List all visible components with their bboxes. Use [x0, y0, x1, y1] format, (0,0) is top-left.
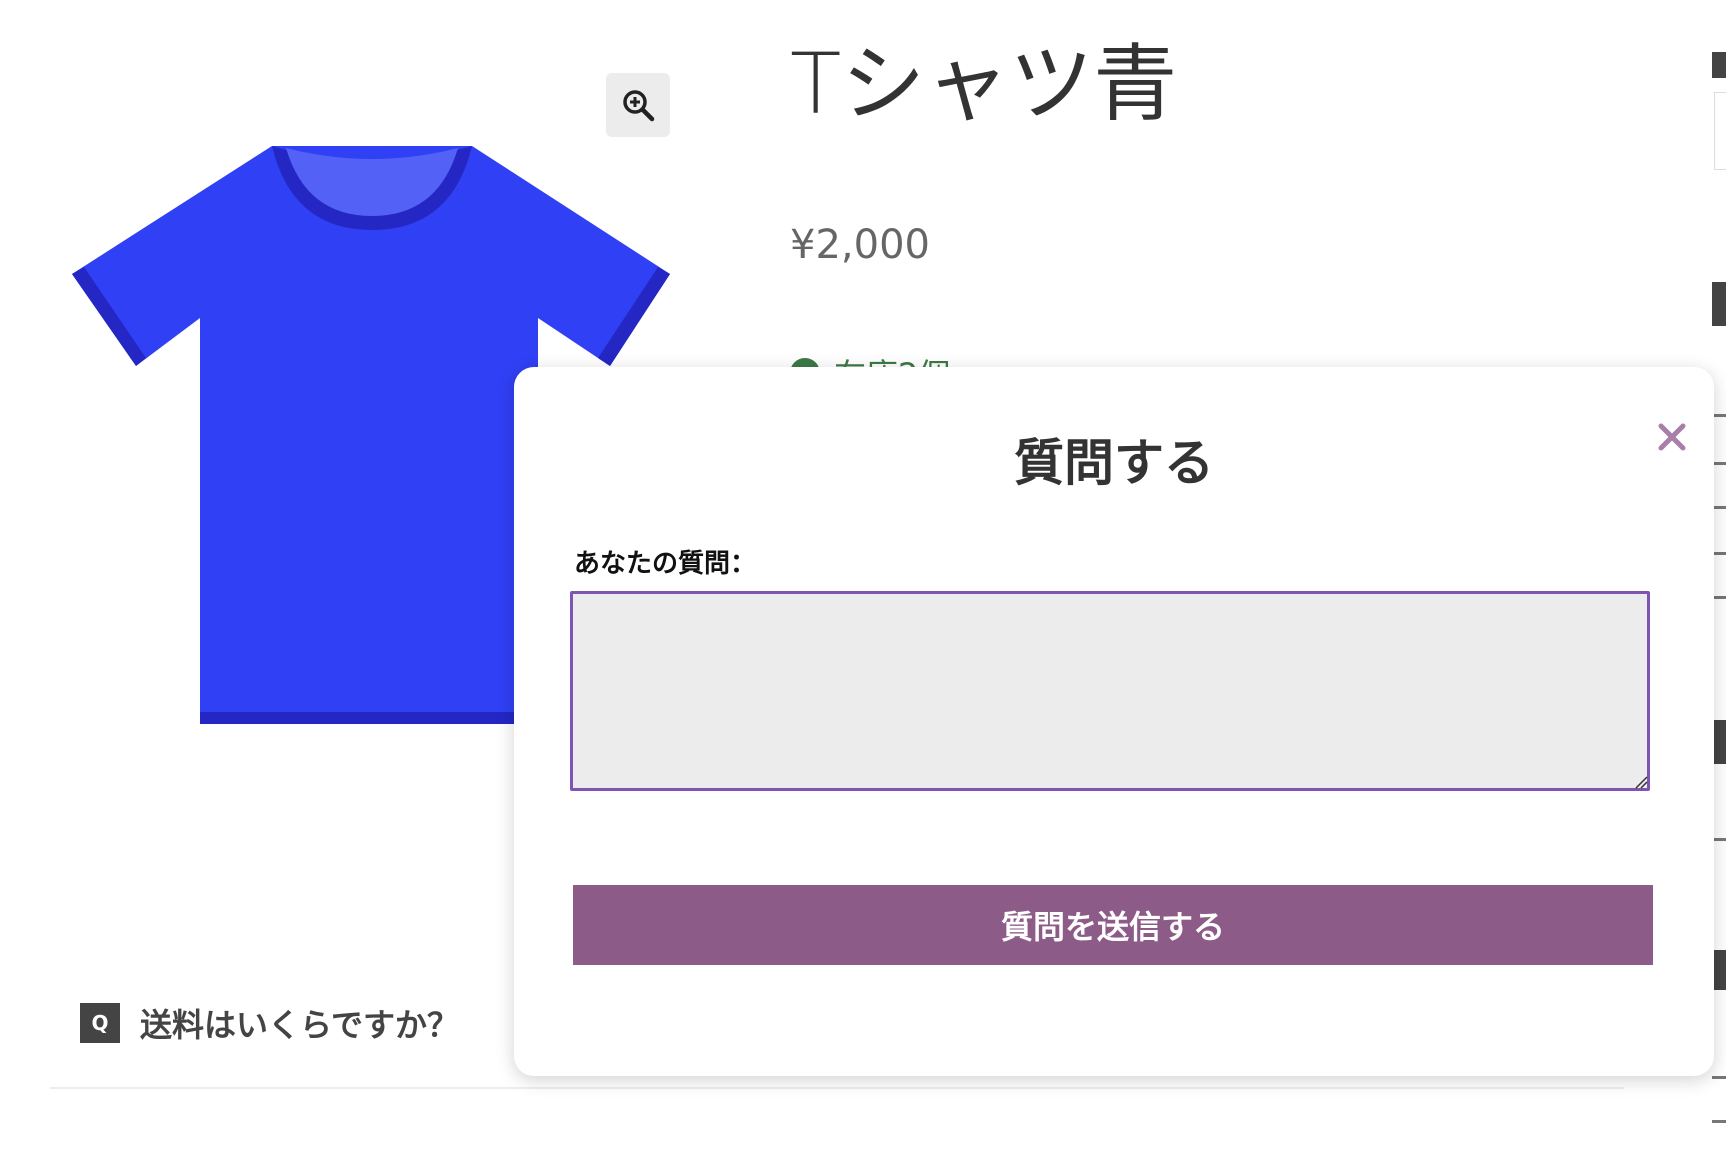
sidebar-heading: [1712, 720, 1726, 764]
product-title: Tシャツ青: [790, 35, 1178, 133]
sidebar-link[interactable]: [1712, 838, 1726, 841]
sidebar-link[interactable]: [1712, 552, 1726, 555]
submit-question-button[interactable]: 質問を送信する: [573, 885, 1653, 965]
sidebar-link[interactable]: [1712, 1120, 1726, 1123]
sidebar-search-field[interactable]: [1714, 92, 1726, 170]
modal-title: 質問する: [1014, 434, 1214, 492]
sidebar-link[interactable]: [1712, 414, 1726, 417]
qa-item[interactable]: Q 送料はいくらですか？: [80, 1000, 459, 1046]
close-icon: [1658, 423, 1686, 451]
question-field-label: あなたの質問：: [574, 549, 757, 579]
sidebar-link[interactable]: [1712, 596, 1726, 599]
zoom-in-icon: [623, 90, 655, 122]
question-badge: Q: [80, 1003, 120, 1043]
product-price: ¥2,000: [790, 222, 930, 268]
resize-grip-icon[interactable]: [1634, 775, 1648, 789]
sidebar-link[interactable]: [1712, 462, 1726, 465]
sidebar-link[interactable]: [1712, 506, 1726, 509]
ask-question-modal: 質問する あなたの質問： 質問を送信する: [514, 367, 1714, 1076]
sidebar-heading: [1712, 52, 1726, 78]
zoom-button[interactable]: [606, 73, 670, 137]
sidebar-link[interactable]: [1712, 1076, 1726, 1079]
divider: [50, 1087, 1624, 1089]
modal-close-button[interactable]: [1650, 415, 1694, 459]
sidebar-heading: [1712, 950, 1726, 990]
question-textarea[interactable]: [570, 591, 1650, 791]
sidebar-heading: [1712, 282, 1726, 326]
tshirt-hem: [200, 712, 538, 724]
qa-question-text[interactable]: 送料はいくらですか？: [140, 1000, 459, 1046]
sidebar: [1712, 0, 1726, 1160]
product-page: Tシャツ青 ¥2,000 在庫2個 Q 送料はいくらですか？ 質問する: [0, 0, 1726, 1160]
